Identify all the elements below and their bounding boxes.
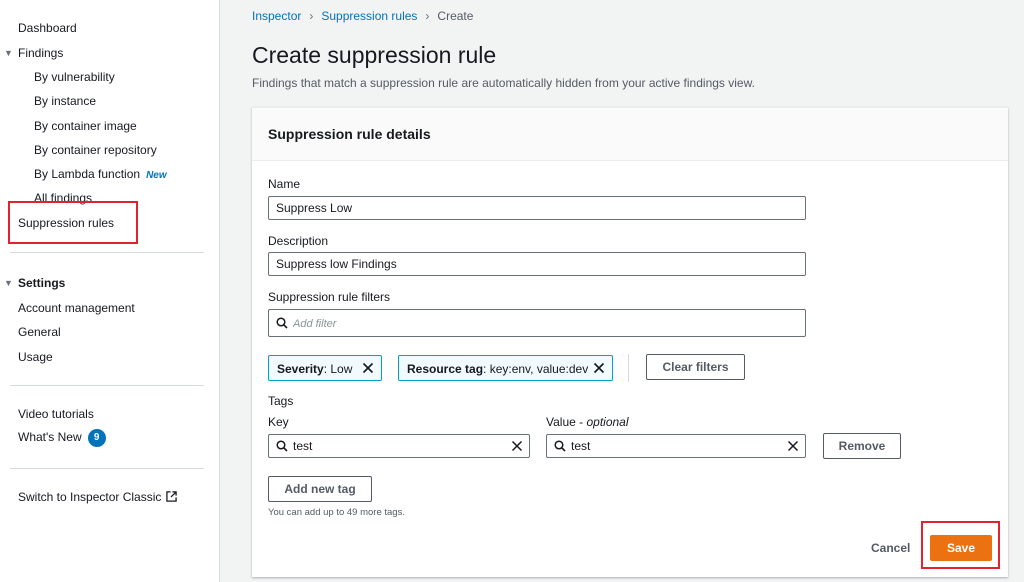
whats-new-count-badge: 9 [87, 429, 106, 447]
tag-key-field [268, 434, 530, 458]
tag-value-field [546, 434, 806, 458]
card-title: Suppression rule details [268, 126, 431, 142]
search-icon [554, 440, 566, 452]
nav-settings-account-management[interactable]: Account management [18, 301, 135, 315]
value-optional-text: optional [586, 415, 629, 429]
tags-label: Tags [268, 394, 294, 408]
cancel-button[interactable]: Cancel [871, 541, 910, 555]
caret-down-icon[interactable]: ▼ [4, 48, 13, 58]
nav-findings-by-container-repository[interactable]: By container repository [34, 143, 157, 157]
nav-findings-by-vulnerability[interactable]: By vulnerability [34, 70, 115, 84]
nav-findings-by-lambda-function[interactable]: By Lambda function New [34, 167, 167, 181]
breadcrumb-inspector[interactable]: Inspector [252, 9, 301, 23]
close-icon[interactable] [593, 362, 605, 374]
card-header: Suppression rule details [252, 108, 1008, 161]
filter-token-severity: Severity: Low [268, 355, 382, 381]
page-title: Create suppression rule [252, 42, 497, 68]
token-separator [628, 354, 629, 382]
token-value: : Low [323, 362, 353, 376]
nav-findings-by-instance[interactable]: By instance [34, 94, 96, 108]
key-label: Key [268, 415, 289, 429]
breadcrumb-current: Create [437, 9, 474, 23]
sidebar: Dashboard ▼ Findings By vulnerability By… [0, 0, 220, 582]
new-badge: New [146, 170, 167, 181]
clear-filters-button[interactable]: Clear filters [646, 354, 745, 380]
suppression-rule-details-card: Suppression rule details Name Descriptio… [252, 107, 1008, 577]
token-label: Severity: Low [277, 362, 352, 376]
token-key: Resource tag [407, 362, 484, 376]
sidebar-divider [10, 252, 204, 253]
filters-label: Suppression rule filters [268, 290, 391, 304]
token-label: Resource tag: key:env, value:dev [407, 362, 588, 376]
breadcrumb: Inspector › Suppression rules › Create [252, 9, 473, 23]
page-description: Findings that match a suppression rule a… [252, 76, 755, 90]
nav-label: What's New [18, 430, 82, 445]
description-label: Description [268, 234, 329, 248]
name-label: Name [268, 177, 301, 191]
token-value: : key:env, value:dev [483, 362, 589, 376]
add-new-tag-button[interactable]: Add new tag [268, 476, 372, 502]
chevron-right-icon: › [425, 9, 430, 23]
tag-value-input[interactable] [571, 437, 779, 455]
nav-switch-classic[interactable]: Switch to Inspector Classic [18, 490, 178, 504]
sidebar-divider [10, 468, 204, 469]
nav-findings-by-container-image[interactable]: By container image [34, 119, 137, 133]
tags-hint: You can add up to 49 more tags. [268, 507, 405, 518]
search-icon [276, 440, 288, 452]
breadcrumb-suppression-rules[interactable]: Suppression rules [321, 9, 417, 23]
name-input[interactable] [268, 196, 806, 220]
remove-tag-button[interactable]: Remove [823, 433, 901, 459]
nav-dashboard[interactable]: Dashboard [18, 21, 77, 35]
clear-icon[interactable] [787, 440, 799, 452]
nav-settings-usage[interactable]: Usage [18, 350, 53, 364]
caret-down-icon[interactable]: ▼ [4, 278, 13, 288]
nav-label: Switch to Inspector Classic [18, 490, 162, 504]
clear-icon[interactable] [511, 440, 523, 452]
description-input[interactable] [268, 252, 806, 276]
close-icon[interactable] [362, 362, 374, 374]
sidebar-divider [10, 385, 204, 386]
token-key: Severity [277, 362, 324, 376]
search-icon [276, 317, 288, 329]
value-label-text: Value - [546, 415, 587, 429]
filter-token-resource-tag: Resource tag: key:env, value:dev [398, 355, 613, 381]
nav-settings-general[interactable]: General [18, 325, 61, 339]
tag-key-input[interactable] [293, 437, 503, 455]
nav-label: By Lambda function [34, 167, 141, 181]
nav-findings[interactable]: Findings [18, 46, 63, 60]
nav-settings[interactable]: Settings [18, 276, 65, 290]
nav-video-tutorials[interactable]: Video tutorials [18, 407, 94, 421]
chevron-right-icon: › [309, 9, 314, 23]
filter-input[interactable] [293, 314, 793, 332]
filter-search-field [268, 309, 806, 337]
external-link-icon [166, 491, 178, 502]
nav-whats-new[interactable]: What's New 9 [18, 429, 106, 447]
highlight-save [921, 521, 1000, 569]
value-label: Value - optional [546, 415, 629, 429]
highlight-suppression-rules [8, 201, 138, 244]
